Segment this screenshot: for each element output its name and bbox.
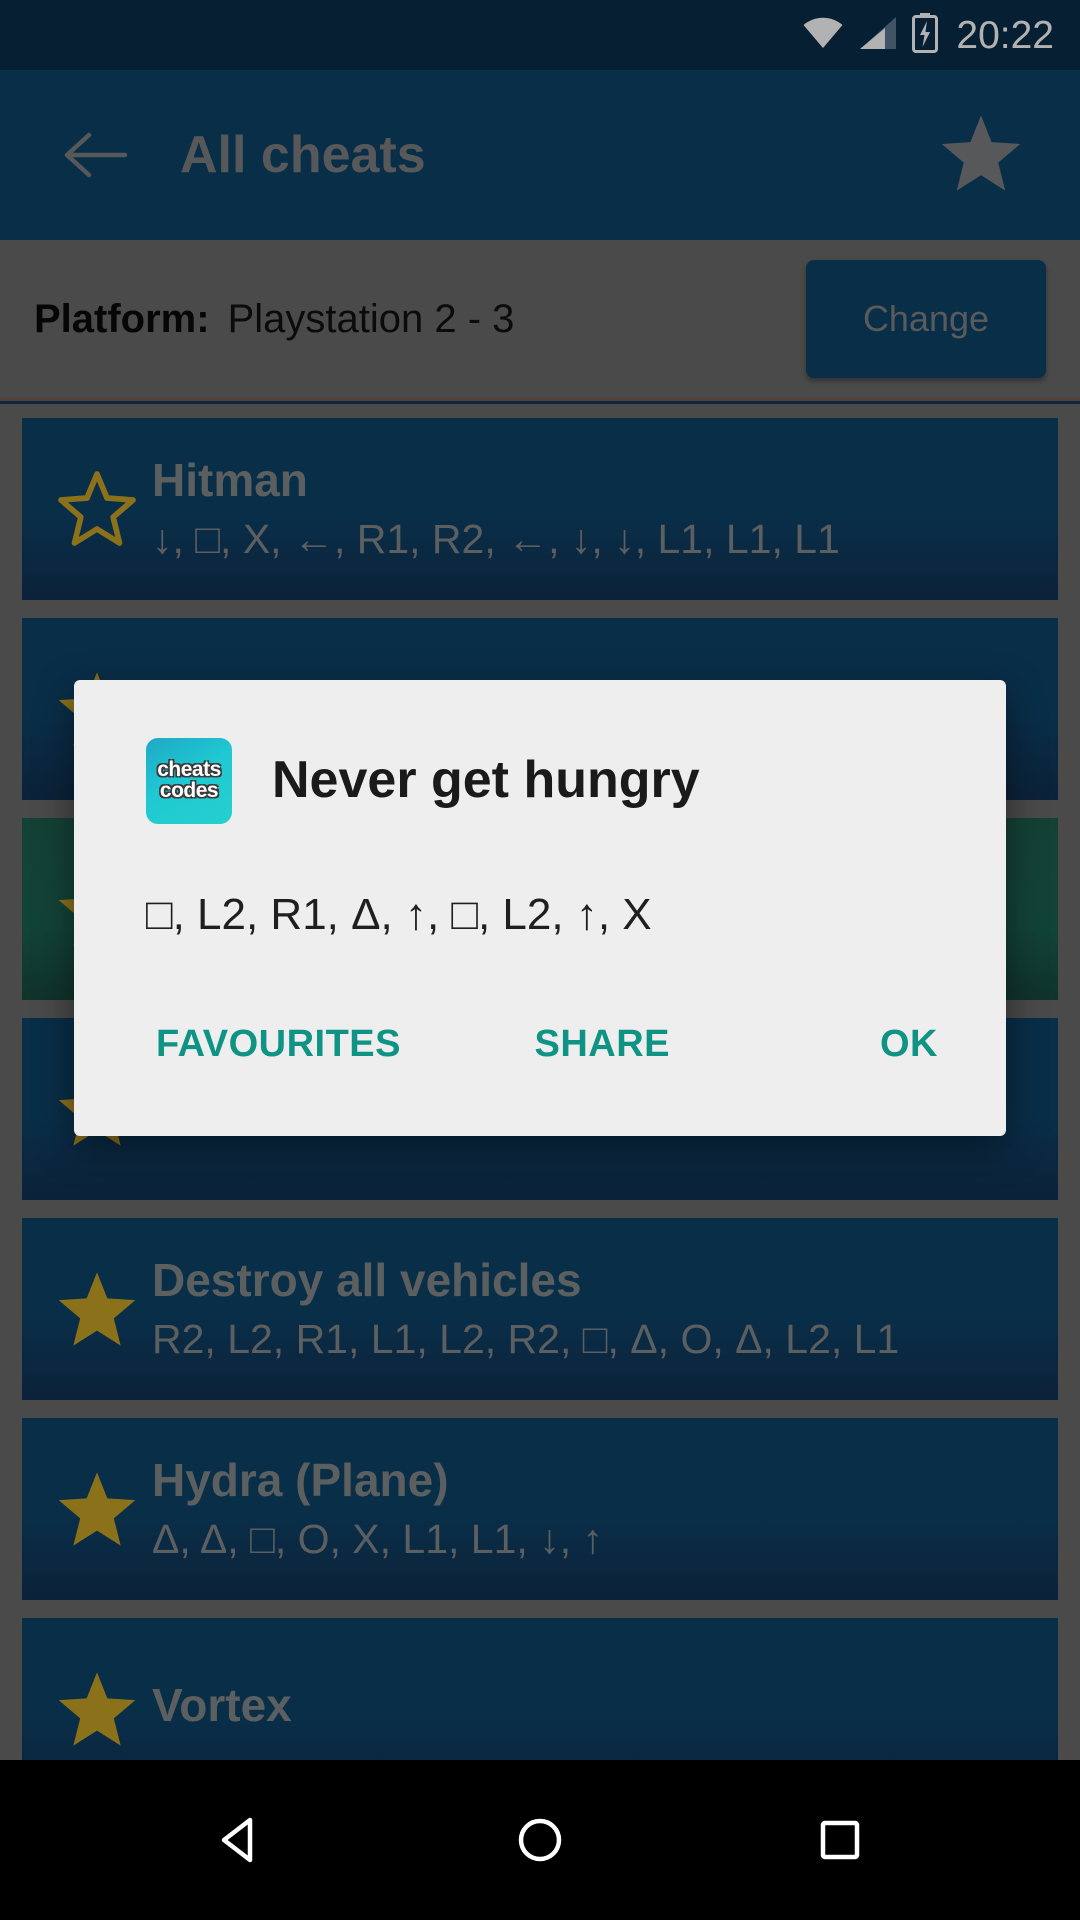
ok-button[interactable]: OK bbox=[870, 1017, 948, 1072]
dialog-header: cheats codes Never get hungry bbox=[74, 680, 1006, 824]
list-item[interactable]: Hitman ↓, □, X, ←, R1, R2, ←, ↓, ↓, L1, … bbox=[22, 418, 1058, 600]
platform-row: Platform: Playstation 2 - 3 Change bbox=[0, 240, 1080, 401]
status-bar-clock: 20:22 bbox=[956, 13, 1054, 57]
cheat-title: Destroy all vehicles bbox=[152, 1253, 582, 1306]
cheat-code: ↓, □, X, ←, R1, R2, ←, ↓, ↓, L1, L1, L1 bbox=[152, 515, 840, 562]
wifi-icon bbox=[802, 17, 844, 54]
list-item-text: Vortex bbox=[152, 1678, 1038, 1739]
cheat-title: Vortex bbox=[152, 1679, 292, 1732]
back-arrow-icon[interactable] bbox=[58, 118, 132, 192]
app-icon-text-line1: cheats bbox=[157, 758, 221, 782]
platform-value: Playstation 2 - 3 bbox=[227, 296, 515, 341]
dialog-title: Never get hungry bbox=[272, 751, 700, 810]
dialog-message: □, L2, R1, Δ, ↑, □, L2, ↑, X bbox=[146, 890, 652, 939]
battery-charging-icon bbox=[912, 12, 939, 58]
star-outline-icon[interactable] bbox=[42, 469, 152, 549]
cheat-title: Hydra (Plane) bbox=[152, 1453, 449, 1506]
star-filled-icon[interactable] bbox=[938, 112, 1024, 199]
share-button[interactable]: SHARE bbox=[524, 1017, 680, 1072]
app-bar: All cheats bbox=[0, 70, 1080, 240]
star-filled-icon[interactable] bbox=[42, 1469, 152, 1549]
cheat-code: Δ, Δ, □, O, X, L1, L1, ↓, ↑ bbox=[152, 1515, 603, 1562]
list-item[interactable]: Destroy all vehicles R2, L2, R1, L1, L2,… bbox=[22, 1218, 1058, 1400]
favourites-button[interactable]: FAVOURITES bbox=[146, 1017, 411, 1072]
star-filled-icon[interactable] bbox=[42, 1269, 152, 1349]
list-item[interactable]: Hydra (Plane) Δ, Δ, □, O, X, L1, L1, ↓, … bbox=[22, 1418, 1058, 1600]
cheat-detail-dialog: cheats codes Never get hungry □, L2, R1,… bbox=[74, 680, 1006, 1137]
star-filled-icon[interactable] bbox=[42, 1669, 152, 1749]
android-nav-bar bbox=[0, 1760, 1080, 1920]
cheat-code: R2, L2, R1, L1, L2, R2, □, Δ, O, Δ, L2, … bbox=[152, 1315, 900, 1362]
dialog-actions: FAVOURITES SHARE OK bbox=[74, 943, 1006, 1136]
status-bar-icons bbox=[802, 12, 939, 58]
nav-back-icon[interactable] bbox=[185, 1785, 295, 1895]
list-item-text: Destroy all vehicles R2, L2, R1, L1, L2,… bbox=[152, 1253, 1038, 1365]
status-bar: 20:22 bbox=[0, 0, 1080, 70]
page-title: All cheats bbox=[180, 126, 426, 184]
change-platform-button[interactable]: Change bbox=[806, 260, 1046, 378]
list-item-text: Hitman ↓, □, X, ←, R1, R2, ←, ↓, ↓, L1, … bbox=[152, 453, 1038, 565]
phone-screen: 20:22 All cheats Platform: Playstation 2… bbox=[0, 0, 1080, 1920]
nav-home-icon[interactable] bbox=[485, 1785, 595, 1895]
cheats-codes-app-icon: cheats codes bbox=[146, 738, 232, 824]
nav-recents-icon[interactable] bbox=[785, 1785, 895, 1895]
list-item[interactable]: Vortex bbox=[22, 1618, 1058, 1760]
cheat-title: Hitman bbox=[152, 453, 308, 506]
list-item-text: Hydra (Plane) Δ, Δ, □, O, X, L1, L1, ↓, … bbox=[152, 1453, 1038, 1565]
app-icon-text-line2: codes bbox=[159, 779, 219, 802]
cellular-signal-icon bbox=[858, 16, 898, 55]
platform-label: Platform: bbox=[34, 296, 210, 341]
